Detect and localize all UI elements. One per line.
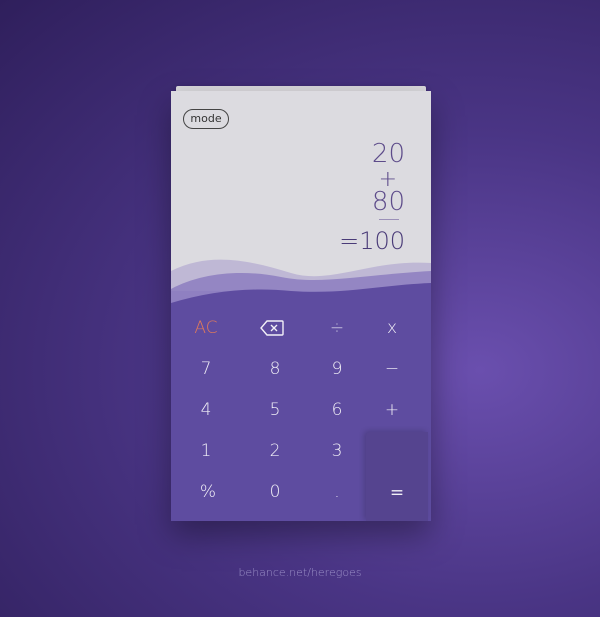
key-6[interactable]: 6 <box>306 390 368 430</box>
key-decimal[interactable]: . <box>306 472 368 512</box>
mode-button[interactable]: mode <box>183 109 229 129</box>
key-equals[interactable]: = <box>366 473 428 513</box>
operand-1: 20 <box>371 139 405 169</box>
key-multiply[interactable]: x <box>361 308 423 348</box>
key-0[interactable]: 0 <box>244 472 306 512</box>
key-backspace[interactable] <box>241 308 303 348</box>
key-4[interactable]: 4 <box>175 390 237 430</box>
key-percent[interactable]: % <box>177 472 239 512</box>
key-2[interactable]: 2 <box>244 431 306 471</box>
key-ac[interactable]: AC <box>175 308 237 348</box>
key-plus[interactable]: + <box>361 390 423 430</box>
key-5[interactable]: 5 <box>244 390 306 430</box>
key-1[interactable]: 1 <box>175 431 237 471</box>
operand-2: 80 <box>371 187 405 217</box>
sum-divider <box>379 219 399 220</box>
key-3[interactable]: 3 <box>306 431 368 471</box>
wave-decoration <box>171 259 431 311</box>
key-9[interactable]: 9 <box>306 349 368 389</box>
calculator-app: mode 20 + 80 =100 AC ÷ x 7 8 9 − 4 5 6 +… <box>171 91 431 521</box>
backspace-icon <box>260 320 284 336</box>
key-divide[interactable]: ÷ <box>306 308 368 348</box>
key-7[interactable]: 7 <box>175 349 237 389</box>
key-8[interactable]: 8 <box>244 349 306 389</box>
key-minus[interactable]: − <box>361 349 423 389</box>
credit-link[interactable]: behance.net/heregoes <box>0 566 600 579</box>
